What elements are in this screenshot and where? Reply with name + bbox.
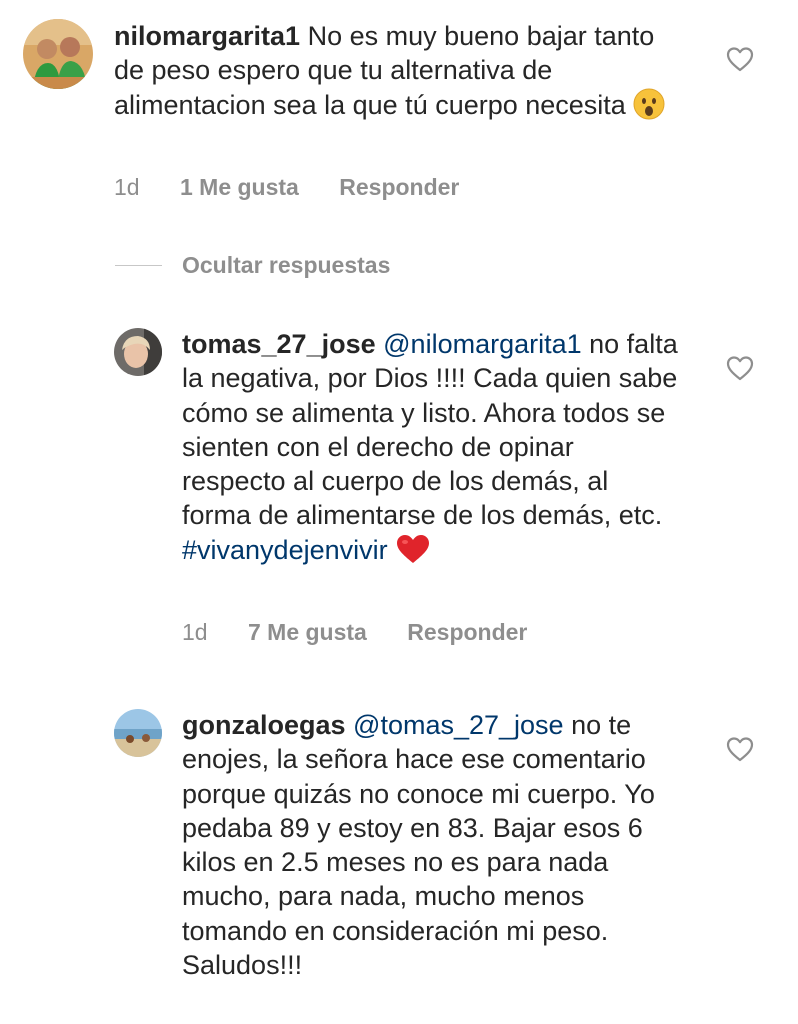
comment-body: no te enojes, la señora hace ese comenta… (182, 710, 655, 981)
comment-likes-count[interactable]: 7 Me gusta (248, 619, 367, 645)
comment-text: gonzaloegas @tomas_27_jose no te enojes,… (182, 708, 682, 982)
hashtag-link[interactable]: #vivanydejenvivir (182, 535, 388, 565)
comment-body: no falta la negativa, por Dios !!!! Cada… (182, 329, 678, 531)
mention-link[interactable]: @tomas_27_jose (353, 710, 564, 740)
mention-link[interactable]: @nilomargarita1 (383, 329, 582, 359)
reply-button[interactable]: Responder (339, 174, 459, 200)
comment-text: nilomargarita1 No es muy bueno bajar tan… (114, 19, 674, 128)
red-heart-emoji-icon (395, 533, 431, 573)
reply-button[interactable]: Responder (407, 619, 527, 645)
like-heart-icon[interactable] (726, 46, 754, 72)
comment-username[interactable]: tomas_27_jose (182, 329, 376, 359)
hide-replies-label: Ocultar respuestas (182, 251, 391, 278)
comment-username[interactable]: nilomargarita1 (114, 21, 300, 51)
like-heart-icon[interactable] (726, 736, 754, 762)
like-heart-icon[interactable] (726, 355, 754, 381)
avatar[interactable] (23, 19, 93, 89)
comment-text: tomas_27_jose @nilomargarita1 no falta l… (182, 327, 682, 573)
comment-time: 1d (114, 174, 140, 200)
comment-meta: 1d 1 Me gusta Responder (114, 174, 459, 201)
comment-time: 1d (182, 619, 208, 645)
comment-likes-count[interactable]: 1 Me gusta (180, 174, 299, 200)
surprised-face-emoji-icon (633, 88, 665, 128)
comment-meta: 1d 7 Me gusta Responder (182, 619, 527, 646)
hide-replies-button[interactable]: Ocultar respuestas (115, 250, 390, 280)
avatar[interactable] (114, 328, 162, 376)
comment-username[interactable]: gonzaloegas (182, 710, 346, 740)
divider (115, 264, 162, 266)
avatar[interactable] (114, 709, 162, 757)
